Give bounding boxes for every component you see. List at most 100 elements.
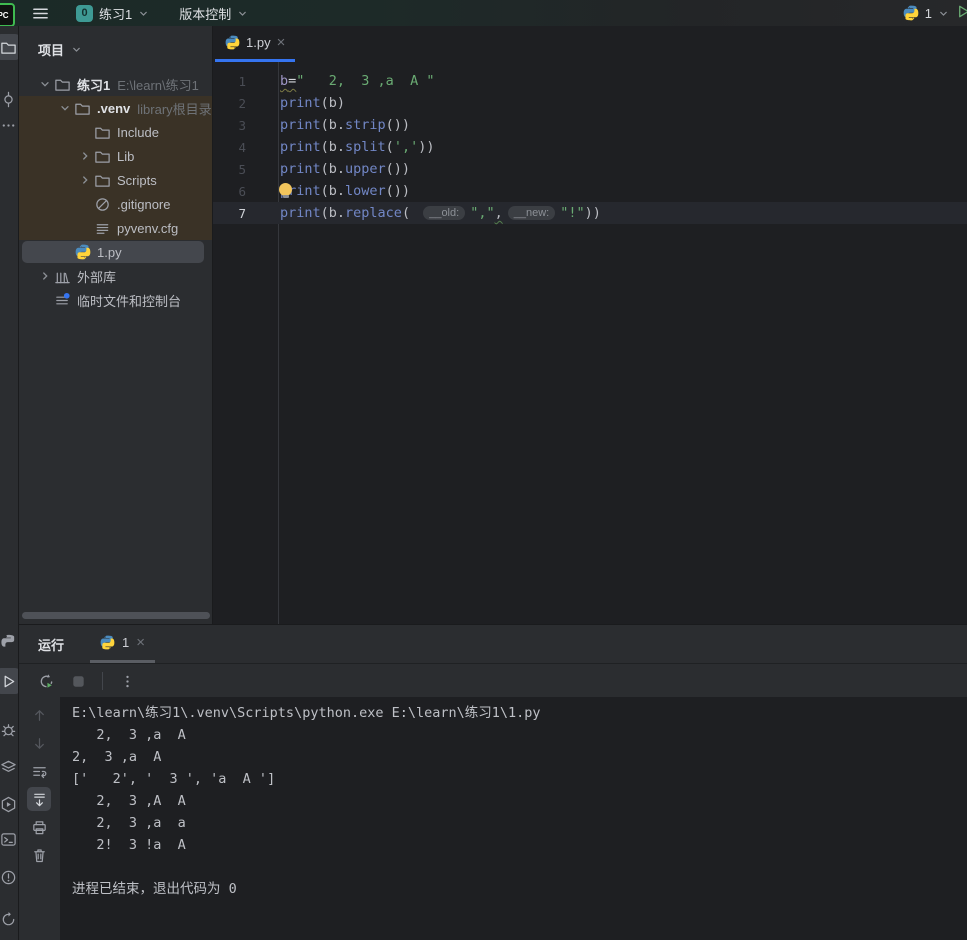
code-token: strip (345, 117, 386, 133)
code-line-3[interactable]: 3 print(b.strip()) (213, 114, 967, 136)
services-icon (0, 759, 17, 776)
run-tab-1[interactable]: 1 × (90, 625, 155, 663)
chevron-right-icon[interactable] (36, 270, 54, 282)
stripe-more-tools-button[interactable] (0, 112, 19, 138)
run-icon (0, 673, 17, 690)
code-line-7[interactable]: 7 print(b.replace( __old:",",__new:"!")) (213, 202, 967, 224)
editor-tab-bar: 1.py × (213, 26, 967, 62)
close-icon[interactable]: × (277, 35, 286, 50)
chevron-right-icon[interactable] (76, 150, 94, 162)
code-line-1[interactable]: 1 b=" 2, 3 ,a A " (213, 70, 967, 92)
code-token: "!" (560, 205, 584, 221)
tree-item-label: Lib (117, 149, 134, 164)
console-scroll-to-end-button[interactable] (27, 787, 51, 811)
console-line: 2, 3 ,a A (72, 724, 967, 746)
code-token: lower (345, 183, 386, 199)
project-widget[interactable]: 0 练习1 (72, 2, 153, 25)
intention-bulb-icon[interactable] (279, 183, 292, 196)
more-options-button[interactable] (115, 669, 139, 693)
console-line: 2! 3 !a A (72, 834, 967, 856)
code-token: (b) (321, 95, 345, 111)
project-panel-header[interactable]: 项目 (18, 26, 212, 72)
tree-item-外部库[interactable]: 外部库 (18, 264, 212, 288)
code-token: )) (418, 139, 434, 155)
problems-icon (0, 869, 17, 886)
run-panel-header: 运行 1 × (18, 625, 967, 664)
vcs-update-icon (0, 911, 17, 928)
chevron-right-icon[interactable] (76, 174, 94, 186)
vcs-widget[interactable]: 版本控制 (175, 2, 252, 25)
toolbar-separator (102, 672, 103, 690)
tree-item-label: Scripts (117, 173, 157, 188)
tree-item-annotation: library根目录 (137, 99, 211, 118)
code-token: ()) (386, 117, 410, 133)
pycharm-window: PC 0 练习1 版本控制 (0, 0, 967, 940)
run-configuration-selector[interactable]: 1 (903, 5, 949, 21)
tree-item-pyvenv.cfg[interactable]: pyvenv.cfg (18, 216, 212, 240)
code-area[interactable]: 1 b=" 2, 3 ,a A " 2 print(b) 3 print(b.s… (213, 62, 967, 224)
code-token: (b. (321, 139, 345, 155)
clear-all-icon (31, 847, 48, 864)
stripe-python-console-button[interactable] (0, 791, 19, 817)
terminal-icon (0, 831, 17, 848)
chevron-down-icon (138, 8, 149, 19)
tree-item-Include[interactable]: Include (18, 120, 212, 144)
stripe-problems-button[interactable] (0, 864, 19, 890)
commit-icon (0, 91, 17, 108)
stripe-project-folder-button[interactable] (0, 34, 19, 60)
python-console-icon (0, 796, 17, 813)
main-menu-button[interactable] (30, 3, 50, 23)
tree-item-label: Include (117, 125, 159, 140)
console-clear-all-button[interactable] (27, 843, 51, 867)
stop-button[interactable] (66, 669, 90, 693)
stripe-debug-button[interactable] (0, 716, 19, 742)
console-soft-wrap-button[interactable] (27, 759, 51, 783)
code-token: print (280, 95, 321, 111)
console-print-button[interactable] (27, 815, 51, 839)
run-button[interactable] (955, 3, 967, 23)
stripe-terminal-button[interactable] (0, 826, 19, 852)
run-panel-title[interactable]: 运行 (38, 635, 64, 654)
stripe-services-button[interactable] (0, 754, 19, 780)
console-line: 2, 3 ,a a (72, 812, 967, 834)
line-number: 2 (213, 96, 246, 111)
python-file-icon (225, 35, 240, 50)
stripe-run-button[interactable] (0, 668, 19, 694)
line-number: 1 (213, 74, 246, 89)
chevron-down-icon (71, 44, 82, 55)
run-tool-window: 运行 1 × (18, 625, 967, 940)
hamburger-icon (32, 5, 49, 22)
chevron-down-icon[interactable] (56, 102, 74, 114)
stripe-commit-button[interactable] (0, 86, 19, 112)
code-token: replace (345, 205, 402, 221)
rerun-button[interactable] (34, 669, 58, 693)
code-line-4[interactable]: 4 print(b.split(',')) (213, 136, 967, 158)
stripe-vcs-update-button[interactable] (0, 906, 19, 932)
tree-item-练习1[interactable]: 练习1 E:\learn\练习1 (18, 72, 212, 96)
tree-item-.gitignore[interactable]: .gitignore (18, 192, 212, 216)
console-arrow-up-button[interactable] (27, 703, 51, 727)
code-token: upper (345, 161, 386, 177)
tree-item-1.py[interactable]: 1.py (18, 240, 212, 264)
stripe-python-packages-button[interactable] (0, 628, 19, 654)
console-output[interactable]: E:\learn\练习1\.venv\Scripts\python.exe E:… (60, 697, 967, 940)
tree-item-Lib[interactable]: Lib (18, 144, 212, 168)
close-icon[interactable]: × (136, 635, 145, 650)
tree-item-.venv[interactable]: .venv library根目录 (18, 96, 212, 120)
console-arrow-down-button[interactable] (27, 731, 51, 755)
code-token: (b. (321, 205, 345, 221)
tree-item-Scripts[interactable]: Scripts (18, 168, 212, 192)
folder-icon (54, 76, 71, 93)
tree-item-临时文件和控制台[interactable]: 临时文件和控制台 (18, 288, 212, 312)
code-line-2[interactable]: 2 print(b) (213, 92, 967, 114)
chevron-down-icon[interactable] (36, 78, 54, 90)
project-horizontal-scrollbar[interactable] (22, 612, 210, 619)
code-line-6[interactable]: 6 print(b.lower()) (213, 180, 967, 202)
code-token: print (280, 117, 321, 133)
editor-tab-1py[interactable]: 1.py × (215, 26, 295, 62)
code-line-5[interactable]: 5 print(b.upper()) (213, 158, 967, 180)
tool-window-stripe (0, 26, 19, 940)
tree-item-label: 临时文件和控制台 (77, 291, 181, 310)
chevron-down-icon (938, 8, 949, 19)
title-bar: PC 0 练习1 版本控制 (0, 0, 967, 27)
